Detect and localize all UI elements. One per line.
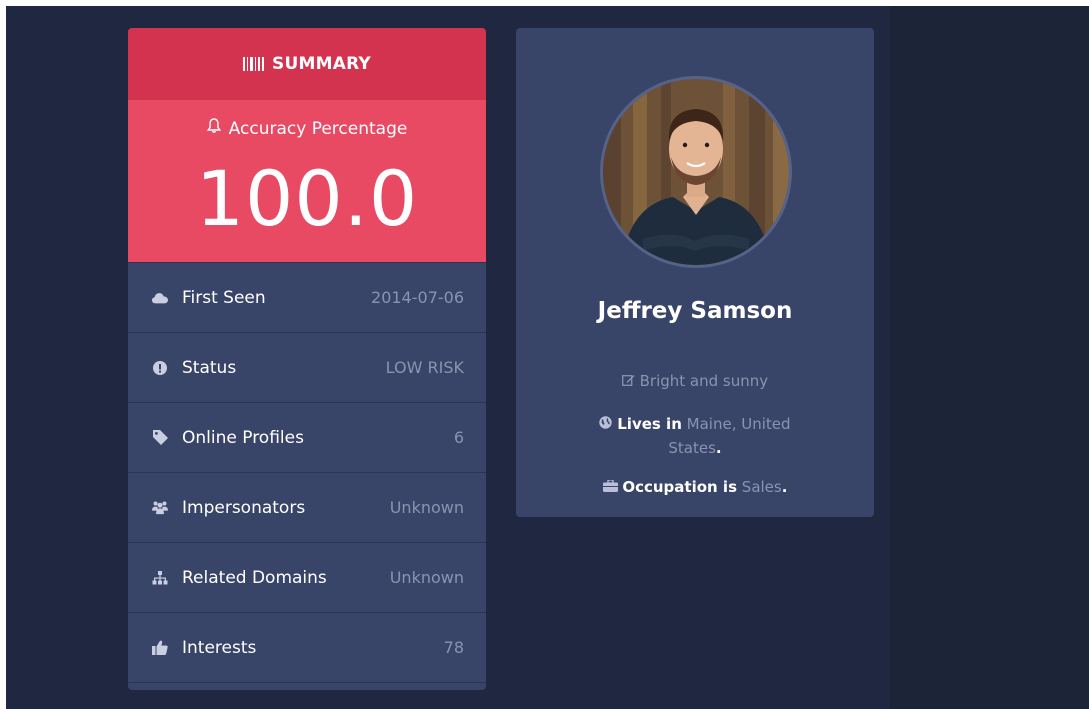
profile-card: Jeffrey Samson Bright and sunny Lives in…: [516, 28, 874, 517]
profile-name: Jeffrey Samson: [597, 298, 793, 324]
row-value: 6: [453, 428, 464, 447]
profile-location: Lives in Maine, United States.: [576, 412, 814, 460]
location-link[interactable]: Maine, United States: [668, 415, 790, 457]
cloud-icon: [152, 290, 168, 306]
profile-tagline: Bright and sunny: [516, 372, 874, 390]
row-label: Impersonators: [182, 497, 306, 518]
row-value: 2014-07-06: [371, 288, 464, 307]
sitemap-icon: [152, 570, 168, 586]
background-shade: [890, 6, 1089, 709]
occupation-link[interactable]: Sales: [742, 478, 782, 496]
row-value: Unknown: [389, 568, 464, 587]
row-label: First Seen: [182, 287, 266, 308]
row-label: Related Domains: [182, 567, 327, 588]
summary-row-first-seen[interactable]: First Seen 2014-07-06: [128, 262, 486, 332]
row-label: Online Profiles: [182, 427, 304, 448]
accuracy-label: Accuracy Percentage: [228, 118, 408, 139]
barcode-icon: [243, 57, 265, 71]
summary-title: SUMMARY: [272, 54, 371, 74]
profile-occupation: Occupation is Sales.: [516, 478, 874, 496]
thumbs-up-icon: [152, 640, 168, 656]
avatar: [600, 76, 792, 268]
briefcase-icon: [602, 478, 623, 496]
edit-icon: [621, 372, 640, 390]
panel-footer: [128, 682, 486, 689]
bell-icon: [206, 118, 221, 139]
summary-row-related-domains[interactable]: Related Domains Unknown: [128, 542, 486, 612]
summary-panel: SUMMARY Accuracy Percentage 100.0 First …: [128, 28, 486, 690]
row-value: LOW RISK: [385, 358, 464, 377]
summary-row-online-profiles[interactable]: Online Profiles 6: [128, 402, 486, 472]
users-icon: [152, 500, 168, 516]
accuracy-value: 100.0: [195, 154, 419, 243]
row-label: Interests: [182, 637, 257, 658]
summary-header: SUMMARY: [128, 28, 486, 100]
summary-row-interests[interactable]: Interests 78: [128, 612, 486, 682]
globe-icon: [599, 415, 617, 433]
tag-icon: [152, 430, 168, 446]
row-value: 78: [443, 638, 464, 657]
exclamation-circle-icon: [152, 360, 168, 376]
summary-row-impersonators[interactable]: Impersonators Unknown: [128, 472, 486, 542]
accuracy-block: Accuracy Percentage 100.0: [128, 100, 486, 262]
row-label: Status: [182, 357, 237, 378]
row-value: Unknown: [389, 498, 464, 517]
summary-row-status[interactable]: Status LOW RISK: [128, 332, 486, 402]
dashboard-background: SUMMARY Accuracy Percentage 100.0 First …: [6, 6, 1089, 709]
